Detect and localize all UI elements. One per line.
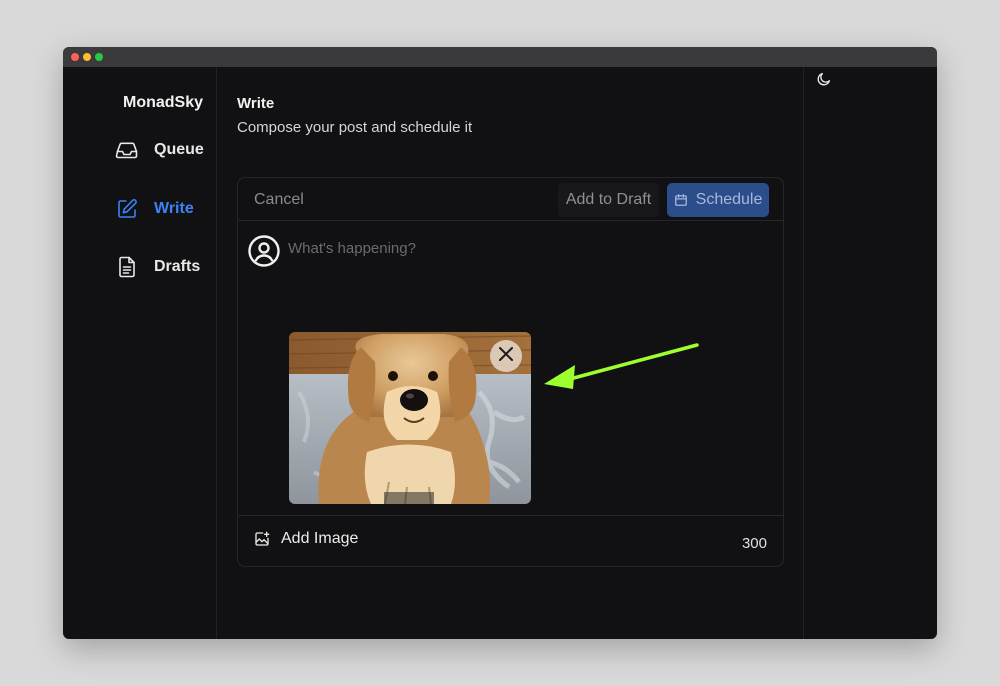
user-avatar-icon (247, 234, 281, 268)
sidebar: MonadSky Queue Write Drafts (63, 67, 217, 639)
inbox-icon (115, 138, 139, 162)
pencil-square-icon (115, 197, 139, 221)
sidebar-item-label: Write (154, 200, 194, 217)
cancel-button[interactable]: Cancel (254, 191, 304, 209)
add-image-label: Add Image (281, 530, 359, 547)
main-content: Write Compose your post and schedule it … (217, 67, 803, 639)
minimize-window-button[interactable] (83, 53, 91, 61)
add-to-draft-button[interactable]: Add to Draft (558, 183, 659, 217)
document-icon (115, 255, 139, 279)
sidebar-item-label: Drafts (154, 258, 201, 275)
calendar-icon (674, 193, 688, 207)
brand-logo-text: MonadSky (123, 94, 204, 111)
add-image-button[interactable]: Add Image (254, 530, 358, 548)
close-icon (498, 346, 514, 367)
image-add-icon (254, 531, 270, 547)
composer-footer: Add Image 300 (238, 515, 783, 567)
moon-icon[interactable] (816, 71, 832, 87)
remove-image-button[interactable] (490, 340, 522, 372)
post-composer: Cancel Add to Draft Schedule What's happ… (237, 177, 784, 567)
post-text-input[interactable] (288, 236, 758, 260)
sidebar-item-queue[interactable]: Queue (115, 136, 204, 164)
composer-toolbar: Cancel Add to Draft Schedule (238, 178, 783, 221)
sidebar-item-write[interactable]: Write (115, 195, 194, 223)
window-titlebar (63, 47, 937, 67)
app-window: MonadSky Queue Write Drafts Write Compos… (63, 47, 937, 639)
add-to-draft-label: Add to Draft (565, 191, 652, 208)
page-subtitle: Compose your post and schedule it (237, 119, 473, 136)
page-title: Write (237, 95, 275, 112)
schedule-label: Schedule (695, 191, 763, 208)
sidebar-item-drafts[interactable]: Drafts (115, 253, 200, 281)
maximize-window-button[interactable] (95, 53, 103, 61)
character-count: 300 (741, 535, 767, 552)
close-window-button[interactable] (71, 53, 79, 61)
schedule-button[interactable]: Schedule (667, 183, 769, 217)
sidebar-item-label: Queue (154, 141, 204, 158)
right-panel (803, 67, 937, 639)
